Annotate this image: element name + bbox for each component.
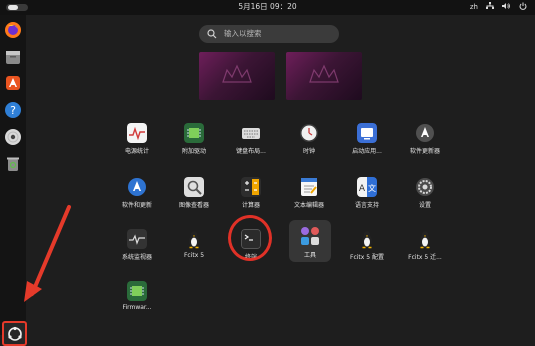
- power-statistics-icon: [127, 123, 147, 143]
- app-startup-applications[interactable]: 启动应用...: [338, 116, 396, 174]
- app-software-and-updates[interactable]: 软件和更新: [108, 170, 166, 228]
- chip-icon: [127, 281, 147, 301]
- disc-icon[interactable]: [3, 127, 23, 147]
- app-fcitx5-migrator[interactable]: Fcitx 5 迁...: [396, 222, 454, 280]
- app-label: 计算器: [241, 202, 260, 209]
- app-label: 文本编辑器: [293, 202, 324, 209]
- language-icon: A文: [357, 177, 377, 197]
- app-label: 设置: [418, 202, 431, 209]
- software-updates-icon: [127, 177, 147, 197]
- app-clock[interactable]: 时钟: [280, 116, 338, 174]
- network-icon[interactable]: [486, 2, 494, 12]
- trash-icon[interactable]: [3, 154, 23, 174]
- penguin-icon: [184, 229, 204, 249]
- app-label: 附加驱动: [181, 148, 206, 155]
- app-label: 软件和更新: [121, 202, 152, 209]
- app-label: Fcitx 5: [183, 252, 205, 259]
- app-fcitx5[interactable]: Fcitx 5: [165, 222, 223, 280]
- app-fcitx5-config[interactable]: Fcitx 5 配置: [338, 222, 396, 280]
- app-label: 工具: [303, 252, 316, 259]
- image-viewer-icon: [184, 177, 204, 197]
- system-monitor-icon: [127, 229, 147, 249]
- folder-icon[interactable]: [3, 47, 23, 67]
- app-system-monitor[interactable]: 系统监视器: [108, 222, 166, 280]
- app-label: 语言支持: [354, 202, 379, 209]
- search-input[interactable]: 输入以搜索: [199, 25, 339, 43]
- svg-text:文: 文: [368, 183, 376, 193]
- highlight-circle: [228, 215, 272, 261]
- app-label: 系统监视器: [121, 254, 152, 261]
- app-software-updater[interactable]: 软件更新器: [396, 116, 454, 174]
- app-settings[interactable]: 设置: [396, 170, 454, 228]
- system-tray[interactable]: zh: [470, 2, 527, 12]
- penguin-icon: [357, 229, 377, 249]
- input-method-indicator[interactable]: zh: [470, 3, 478, 11]
- app-power-statistics[interactable]: 电源统计: [108, 116, 166, 174]
- top-bar: 5月16日 09：20 zh: [0, 0, 535, 15]
- store-icon[interactable]: [3, 73, 23, 93]
- power-icon[interactable]: [519, 2, 527, 12]
- app-label: Fcitx 5 迁...: [408, 254, 442, 261]
- text-editor-icon: [299, 177, 319, 197]
- startup-icon: [357, 123, 377, 143]
- app-keyboard-layout[interactable]: 键盘布局...: [222, 116, 280, 174]
- grid-icon: [7, 326, 22, 341]
- app-label: Firmwar...: [122, 304, 152, 311]
- workspace-thumbnail-1[interactable]: [199, 52, 275, 100]
- gear-icon: [415, 177, 435, 197]
- app-label: 键盘布局...: [236, 148, 266, 155]
- search-icon: [207, 29, 217, 39]
- dock: ?: [0, 15, 27, 346]
- keyboard-icon: [241, 123, 261, 143]
- app-image-viewer[interactable]: 图像查看器: [165, 170, 223, 228]
- workspace-thumbnail-2[interactable]: [286, 52, 362, 100]
- help-icon[interactable]: ?: [3, 100, 23, 120]
- app-label: 软件更新器: [409, 148, 440, 155]
- clock[interactable]: 5月16日 09：20: [0, 1, 535, 12]
- app-label: 电源统计: [124, 148, 149, 155]
- app-folder-icon: [300, 226, 320, 246]
- app-label: 时钟: [302, 148, 315, 155]
- firefox-icon[interactable]: [3, 20, 23, 40]
- app-language-support[interactable]: A文 语言支持: [338, 170, 396, 228]
- clock-icon: [299, 123, 319, 143]
- svg-text:A: A: [359, 184, 366, 194]
- penguin-icon: [415, 229, 435, 249]
- app-firmware[interactable]: Firmwar...: [108, 274, 166, 332]
- app-folder-tools[interactable]: 工具: [289, 220, 331, 262]
- app-label: Fcitx 5 配置: [350, 254, 384, 261]
- search-placeholder: 输入以搜索: [224, 29, 262, 38]
- calculator-icon: [241, 177, 261, 197]
- updater-icon: [415, 123, 435, 143]
- chip-icon: [184, 123, 204, 143]
- show-applications-button[interactable]: [2, 321, 27, 346]
- app-label: 图像查看器: [178, 202, 209, 209]
- volume-icon[interactable]: [502, 2, 511, 12]
- app-label: 启动应用...: [352, 148, 382, 155]
- app-additional-drivers[interactable]: 附加驱动: [165, 116, 223, 174]
- svg-text:?: ?: [10, 104, 16, 117]
